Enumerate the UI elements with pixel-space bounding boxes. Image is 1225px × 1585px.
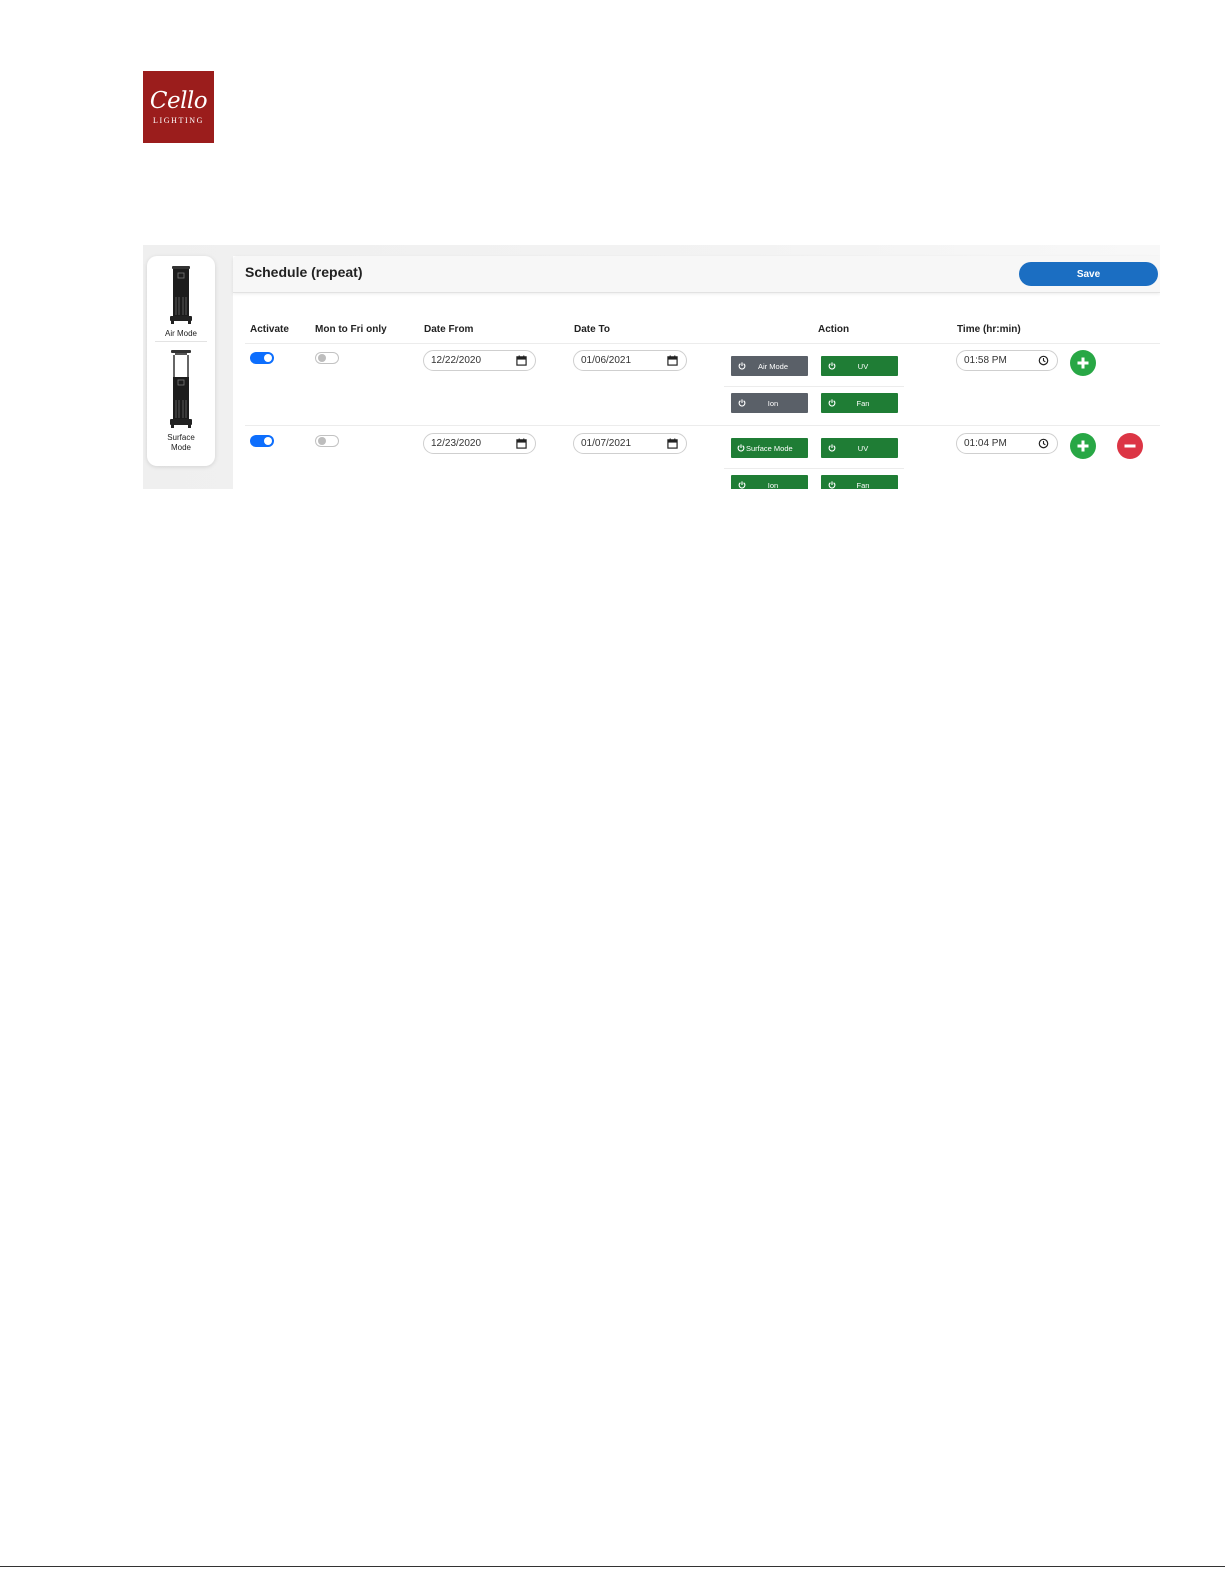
logo-wordmark: Cello bbox=[149, 88, 208, 114]
power-icon bbox=[828, 481, 836, 489]
date-to-input[interactable]: 01/06/2021 bbox=[573, 350, 687, 371]
action-label: UV bbox=[857, 443, 869, 453]
action-uv-button[interactable]: UV bbox=[821, 356, 898, 376]
page-footer-rule bbox=[0, 1566, 1225, 1567]
column-header-date-to: Date To bbox=[574, 324, 610, 335]
action-air-mode-button[interactable]: Air Mode bbox=[731, 356, 808, 376]
sidebar-item-surface-mode[interactable]: Surface Mode bbox=[147, 350, 215, 453]
add-schedule-button[interactable] bbox=[1070, 350, 1096, 376]
surface-lamp-tower-icon bbox=[170, 350, 192, 428]
clock-icon[interactable] bbox=[1038, 355, 1049, 366]
action-label: Ion bbox=[767, 480, 779, 490]
action-ion-button[interactable]: Ion bbox=[731, 393, 808, 413]
column-header-time: Time (hr:min) bbox=[957, 324, 1021, 335]
action-ion-button[interactable]: Ion bbox=[731, 475, 808, 489]
time-value: 01:04 PM bbox=[964, 438, 1007, 449]
action-label: Surface Mode bbox=[746, 443, 793, 453]
mon-to-fri-toggle[interactable] bbox=[315, 352, 339, 364]
date-from-value: 12/22/2020 bbox=[431, 355, 482, 366]
column-header-action: Action bbox=[818, 324, 850, 335]
action-divider bbox=[724, 468, 904, 469]
action-label: Ion bbox=[767, 398, 779, 408]
power-icon bbox=[738, 362, 746, 370]
action-label: Air Mode bbox=[757, 361, 788, 371]
air-purifier-tower-icon bbox=[170, 266, 192, 324]
date-from-value: 12/23/2020 bbox=[431, 438, 482, 449]
column-header-activate: Activate bbox=[250, 324, 289, 335]
sidebar-item-air-mode[interactable]: Air Mode bbox=[147, 266, 215, 339]
minus-icon bbox=[1124, 444, 1136, 448]
power-icon bbox=[738, 399, 746, 407]
plus-icon bbox=[1077, 440, 1089, 452]
action-label: UV bbox=[857, 361, 869, 371]
add-schedule-button[interactable] bbox=[1070, 433, 1096, 459]
activate-toggle[interactable] bbox=[250, 435, 274, 447]
plus-icon bbox=[1077, 357, 1089, 369]
action-label: Fan bbox=[856, 398, 870, 408]
date-to-input[interactable]: 01/07/2021 bbox=[573, 433, 687, 454]
mode-sidebar: Air Mode Surface Mode bbox=[147, 256, 215, 466]
row-divider bbox=[245, 425, 1160, 426]
power-icon bbox=[828, 444, 836, 452]
panel-header: Schedule (repeat) Save bbox=[233, 256, 1160, 293]
date-to-value: 01/06/2021 bbox=[581, 355, 632, 366]
time-input[interactable]: 01:58 PM bbox=[956, 350, 1058, 371]
mon-to-fri-toggle[interactable] bbox=[315, 435, 339, 447]
time-input[interactable]: 01:04 PM bbox=[956, 433, 1058, 454]
calendar-icon[interactable] bbox=[667, 438, 678, 449]
cello-lighting-logo: Cello LIGHTING bbox=[143, 71, 214, 143]
calendar-icon[interactable] bbox=[667, 355, 678, 366]
action-uv-button[interactable]: UV bbox=[821, 438, 898, 458]
power-icon bbox=[738, 481, 746, 489]
remove-schedule-button[interactable] bbox=[1117, 433, 1143, 459]
save-button[interactable]: Save bbox=[1019, 262, 1158, 286]
action-label: Fan bbox=[856, 480, 870, 490]
schedule-panel: Schedule (repeat) Save Activate Mon to F… bbox=[233, 256, 1160, 489]
calendar-icon[interactable] bbox=[516, 355, 527, 366]
power-icon bbox=[828, 362, 836, 370]
mode-label: Surface Mode bbox=[167, 433, 195, 452]
sidebar-divider bbox=[155, 341, 207, 342]
mode-label: Air Mode bbox=[164, 329, 197, 338]
column-header-mon-to-fri: Mon to Fri only bbox=[315, 324, 387, 335]
time-value: 01:58 PM bbox=[964, 355, 1007, 366]
date-from-input[interactable]: 12/22/2020 bbox=[423, 350, 536, 371]
action-fan-button[interactable]: Fan bbox=[821, 475, 898, 489]
clock-icon[interactable] bbox=[1038, 438, 1049, 449]
action-surface-mode-button[interactable]: Surface Mode bbox=[731, 438, 808, 458]
header-divider bbox=[245, 343, 1160, 344]
page-title: Schedule (repeat) bbox=[245, 264, 363, 280]
column-header-date-from: Date From bbox=[424, 324, 474, 335]
date-from-input[interactable]: 12/23/2020 bbox=[423, 433, 536, 454]
logo-subtitle: LIGHTING bbox=[152, 116, 204, 125]
action-divider bbox=[724, 386, 904, 387]
calendar-icon[interactable] bbox=[516, 438, 527, 449]
action-fan-button[interactable]: Fan bbox=[821, 393, 898, 413]
schedule-app: Air Mode Surface Mode Schedule (repeat) … bbox=[143, 245, 1160, 489]
power-icon bbox=[737, 444, 745, 452]
power-icon bbox=[828, 399, 836, 407]
activate-toggle[interactable] bbox=[250, 352, 274, 364]
date-to-value: 01/07/2021 bbox=[581, 438, 632, 449]
